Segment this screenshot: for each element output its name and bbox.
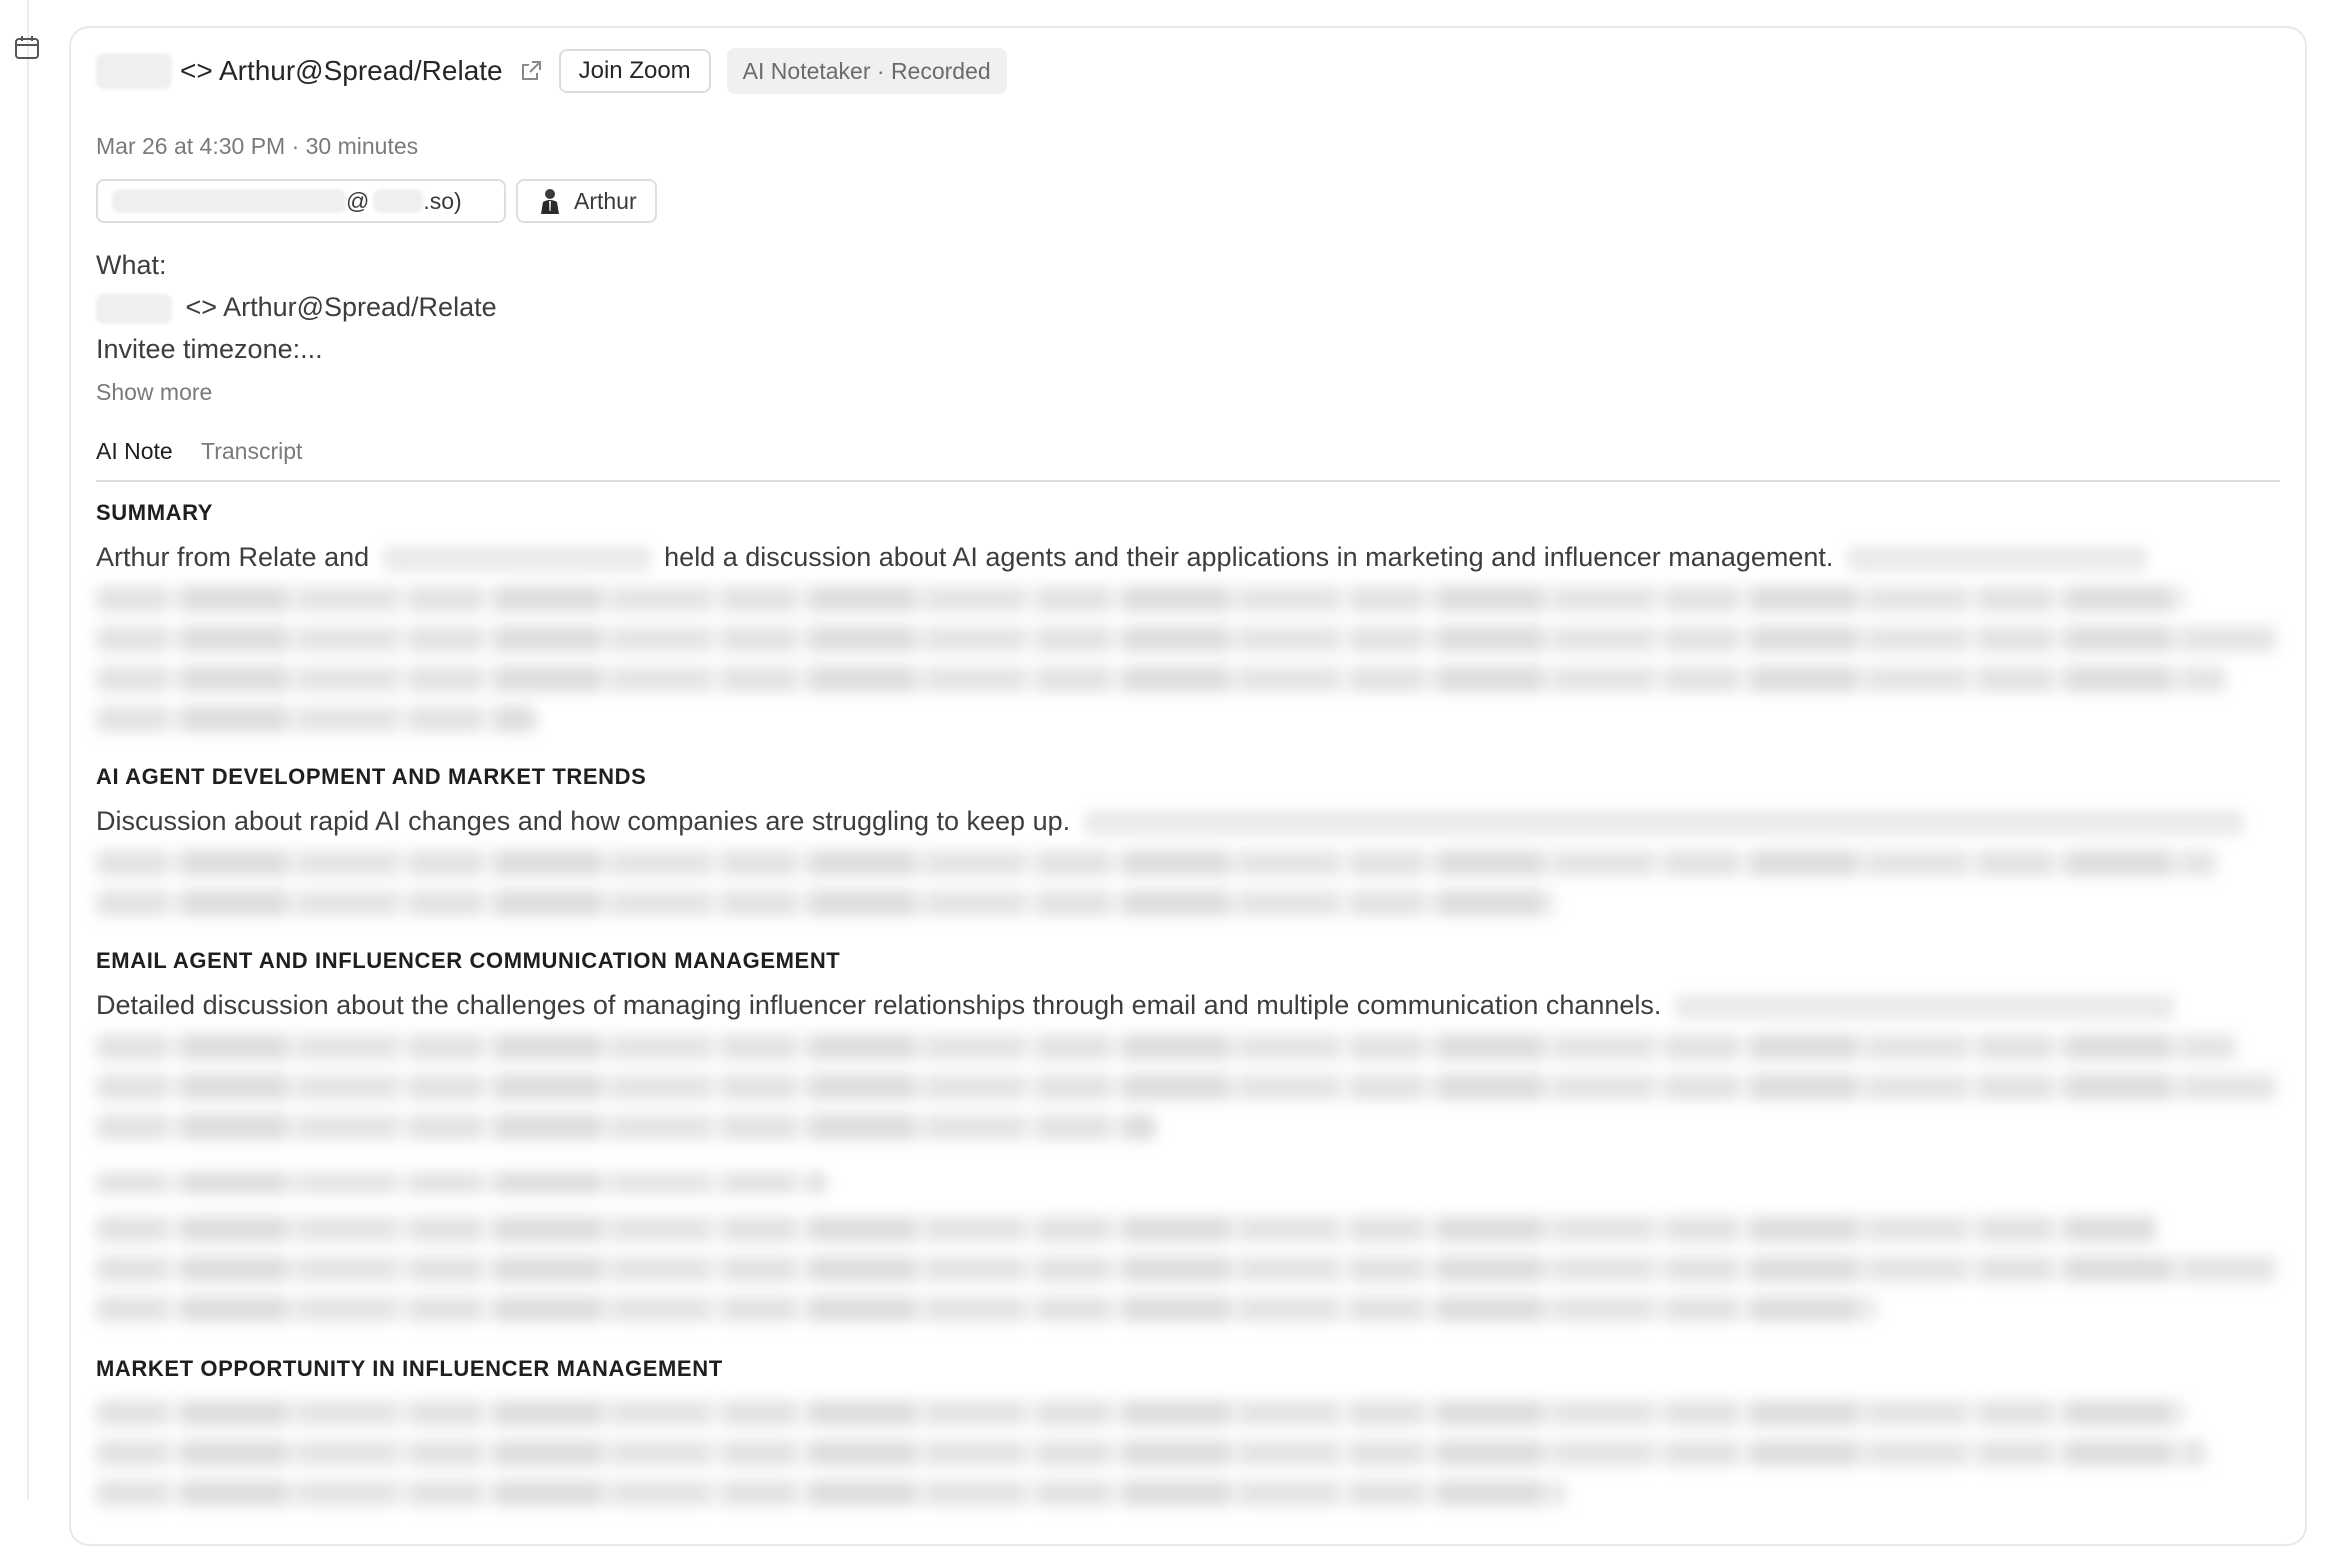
tab-transcript[interactable]: Transcript bbox=[201, 438, 302, 465]
redacted-email-user bbox=[112, 189, 346, 213]
join-zoom-button[interactable]: Join Zoom bbox=[558, 49, 711, 93]
redacted-text bbox=[96, 666, 2226, 692]
timeline-line bbox=[27, 0, 29, 1500]
redacted-section-title bbox=[96, 1172, 826, 1194]
redacted-text bbox=[96, 1440, 2206, 1466]
section-title-ai-agent: AI AGENT DEVELOPMENT AND MARKET TRENDS bbox=[96, 764, 647, 789]
redacted-text bbox=[96, 1074, 2276, 1100]
note-tabs: AI Note Transcript bbox=[96, 434, 2280, 482]
meeting-card: <> Arthur@Spread/Relate Join Zoom AI Not… bbox=[69, 26, 2307, 1546]
redacted-name bbox=[96, 293, 172, 324]
redacted-text bbox=[1674, 993, 2175, 1020]
meeting-title-row: <> Arthur@Spread/Relate Join Zoom AI Not… bbox=[96, 46, 1007, 96]
redacted-text bbox=[96, 1256, 2276, 1282]
summary-first-line: Arthur from Relate and held a discussion… bbox=[96, 542, 2147, 573]
email-suffix: .so) bbox=[423, 187, 462, 214]
summary-text-end: held a discussion about AI agents and th… bbox=[664, 542, 1834, 572]
section-title-summary: SUMMARY bbox=[96, 500, 214, 525]
show-more-link[interactable]: Show more bbox=[96, 379, 212, 406]
notetaker-status-badge: AI Notetaker · Recorded bbox=[726, 48, 1007, 94]
redacted-text bbox=[96, 586, 2186, 612]
redacted-text bbox=[96, 1216, 2156, 1242]
email-agent-text: Detailed discussion about the challenges… bbox=[96, 990, 2175, 1021]
section-title-market: MARKET OPPORTUNITY IN INFLUENCER MANAGEM… bbox=[96, 1356, 723, 1381]
redacted-text bbox=[1846, 545, 2147, 572]
redacted-text bbox=[96, 1480, 1566, 1506]
attendee-chip-arthur[interactable]: Arthur bbox=[516, 179, 657, 223]
meeting-title: <> Arthur@Spread/Relate bbox=[180, 55, 503, 86]
attendee-name: Arthur bbox=[574, 187, 637, 214]
person-avatar-icon bbox=[541, 189, 559, 214]
tab-ai-note[interactable]: AI Note bbox=[96, 438, 173, 465]
redacted-name bbox=[96, 53, 172, 89]
summary-text-start: Arthur from Relate and bbox=[96, 542, 370, 572]
redacted-text bbox=[96, 1114, 1156, 1140]
description-title-text: <> Arthur@Spread/Relate bbox=[185, 292, 497, 322]
redacted-text bbox=[96, 1400, 2186, 1426]
redacted-text bbox=[96, 1296, 1876, 1322]
ai-agent-text: Discussion about rapid AI changes and ho… bbox=[96, 806, 2244, 837]
redacted-text bbox=[96, 1034, 2236, 1060]
redacted-text bbox=[96, 626, 2276, 652]
attendee-chip-email[interactable]: @ .so) bbox=[96, 179, 506, 223]
redacted-text bbox=[96, 706, 536, 732]
redacted-text bbox=[1083, 809, 2244, 836]
calendar-icon bbox=[15, 36, 39, 59]
ai-agent-text-visible: Discussion about rapid AI changes and ho… bbox=[96, 806, 1071, 836]
description-timezone: Invitee timezone:... bbox=[96, 334, 323, 364]
description-what: What: bbox=[96, 250, 167, 280]
redacted-email-domain bbox=[373, 189, 424, 213]
email-agent-text-visible: Detailed discussion about the challenges… bbox=[96, 990, 1662, 1020]
redacted-text bbox=[96, 850, 2216, 876]
external-link-icon[interactable] bbox=[519, 59, 543, 83]
meeting-datetime: Mar 26 at 4:30 PM · 30 minutes bbox=[96, 133, 419, 159]
attendee-list: @ .so) Arthur bbox=[96, 179, 657, 223]
email-at: @ bbox=[346, 187, 370, 214]
redacted-participant bbox=[382, 545, 651, 572]
redacted-text bbox=[96, 890, 1556, 916]
description-title-line: <> Arthur@Spread/Relate bbox=[96, 292, 497, 324]
section-title-email-agent: EMAIL AGENT AND INFLUENCER COMMUNICATION… bbox=[96, 948, 841, 973]
